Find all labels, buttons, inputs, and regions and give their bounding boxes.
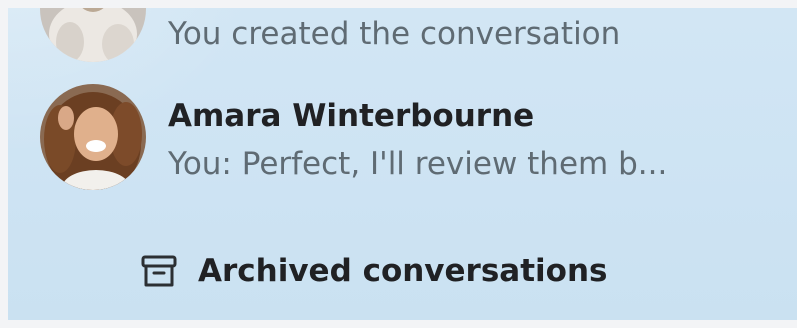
archived-conversations-button[interactable]: Archived conversations	[140, 248, 607, 294]
conversation-item[interactable]: You created the conversation	[8, 8, 797, 66]
conversation-item[interactable]: Amara Winterbourne You: Perfect, I'll re…	[8, 84, 797, 194]
conversation-title: Amara Winterbourne	[168, 98, 535, 134]
archive-box-icon	[140, 252, 178, 290]
conversation-preview: You: Perfect, I'll review them b...	[168, 146, 668, 182]
conversation-preview: You created the conversation	[168, 16, 621, 52]
user-avatar-photo	[40, 84, 146, 190]
conversation-list: You created the conversation Amara Winte…	[8, 8, 797, 320]
archived-conversations-label: Archived conversations	[198, 253, 608, 289]
group-avatar-icon	[40, 8, 146, 62]
